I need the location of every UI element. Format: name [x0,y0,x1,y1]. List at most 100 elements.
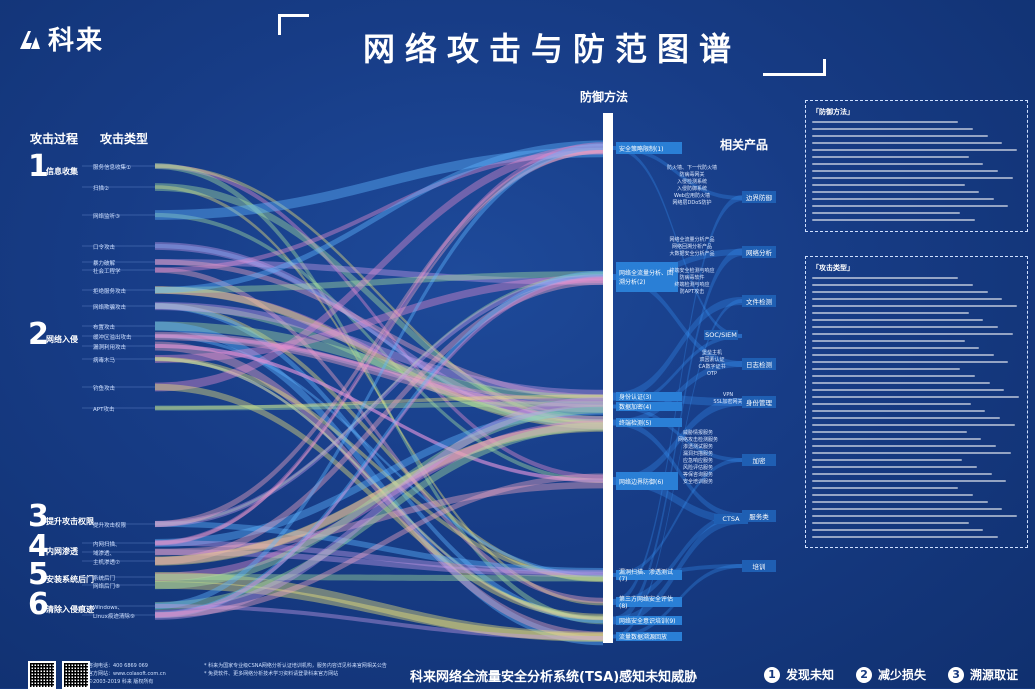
attack-type-label: 布置攻击 [93,325,116,331]
legend-text-line [812,452,1011,454]
colasoft-logo-icon [20,30,40,49]
attack-type-label: 口令攻击 [93,245,116,251]
legend-text-line [812,522,969,524]
legend-text-line [812,410,986,412]
defense-methods-legend-box: 「防御方法」 [805,100,1028,232]
defense-sub-item: CA数字证书 [698,364,726,370]
legend-text-lines [812,277,1021,543]
defense-sub-item: OTP [706,371,717,377]
stage-name: 安装系统后门 [46,575,94,584]
legend-text-line [812,508,1003,510]
attack-type-label: APT攻击 [93,407,115,413]
legend-text-line [812,417,1001,419]
legend-text-line [812,515,1017,517]
defense-method-block: 身份认证(3) [616,392,682,401]
legend-text-line [812,135,988,137]
product-label: 加密 [742,454,776,466]
legend-text-line [812,121,959,123]
pill-label: 发现未知 [786,668,835,682]
legend-text-line [812,438,982,440]
product-label: 培训 [742,560,776,572]
product-label: CTSA [714,514,748,524]
legend-text-line [812,403,971,405]
pill-label: 溯源取证 [970,668,1019,682]
legend-text-line [812,529,984,531]
defense-sub-item: 等保咨询服务 [682,472,713,478]
attack-type-label: 网络欺骗攻击 [93,305,127,311]
product-label: 边界防御 [742,191,776,203]
product-label: SOC/SIEM [704,330,738,340]
legend-box-title: 「攻击类型」 [812,264,854,272]
product-label: 身份管理 [742,396,776,408]
legend-text-line [812,480,1007,482]
attack-type-label: 网络监听③ [93,214,120,220]
page-title: 网络攻击与防范图谱 [362,30,741,68]
feature-pills: 1 发现未知 2 减少损失 3 溯源取证 [764,666,1018,683]
legend-box-title: 「防御方法」 [812,108,854,116]
legend-text-line [812,354,994,356]
legend-text-line [812,326,998,328]
hotline: 咨询电话：400 6869 069 [88,663,148,669]
attack-type-label: 网络后门⑧ [93,584,120,590]
legend-text-line [812,445,996,447]
stage-name: 提升攻击权限 [46,517,94,526]
attack-type-label: 钓鱼攻击 [93,386,116,392]
defense-sub-item: 网络回溯分析产品 [671,244,712,250]
legend-text-line [812,347,980,349]
feature-pill: 1 发现未知 [764,666,834,683]
defense-sub-item: 防病毒网关 [679,172,705,178]
attack-type-label: 主机渗透⑦ [93,560,120,566]
defense-sub-item: 安全培训服务 [682,479,713,485]
pill-number: 2 [856,666,873,683]
header-defense-methods: 防御方法 [580,90,629,104]
legend-text-line [812,431,967,433]
legend-text-line [812,177,1013,179]
header-related-products: 相关产品 [720,138,769,152]
legend-text-line [812,382,990,384]
product-label: 日志检测 [742,358,776,370]
legend-text-line [812,368,961,370]
defense-sub-item: 网络全流量分析产品 [669,237,715,243]
footer-notes: * 科来为国家专业级CSNA网络分析认证培训机构，服务内容详见科来官网相关公告 … [204,662,400,678]
footer-note: * 免费软件、更多网络分析技术学习资料请登录科来官方网站 [204,671,339,677]
footer-note: * 科来为国家专业级CSNA网络分析认证培训机构，服务内容详见科来官网相关公告 [204,663,387,669]
legend-text-line [812,298,1003,300]
defense-sub-item: 入侵检测系统 [676,179,707,185]
legend-text-line [812,170,998,172]
brand: 科来 [18,20,104,57]
legend-text-line [812,198,994,200]
legend-text-line [812,142,1003,144]
defense-sub-item: 防火墙、下一代防火墙 [666,165,717,171]
stage-name: 信息收集 [46,167,78,176]
legend-text-line [812,340,965,342]
legend-text-line [812,473,992,475]
defense-sub-list: 威胁情报服务 网络攻击检测服务 渗透测试服务 漏洞扫描服务 应急响应服务 风险评估服务 等保… [666,430,730,486]
defense-sub-item: 网络攻击检测服务 [677,437,718,443]
defense-sub-item: 大数据安全分析产品 [669,251,715,257]
attack-type-label: 暴力破解 [93,261,116,267]
defense-sub-item: 漏洞扫描服务 [682,451,713,457]
defense-method-block: 网络安全意识培训(9) [616,616,682,625]
attack-type-label: 服务信息收集① [93,165,131,171]
legend-text-line [812,375,976,377]
legend-text-line [812,333,1013,335]
product-label: 文件检测 [742,295,776,307]
legend-text-line [812,396,1019,398]
legend-text-line [812,163,984,165]
pill-label: 减少损失 [878,668,927,682]
qr-code-icon [28,661,56,689]
legend-text-line [812,501,988,503]
pill-number: 1 [764,666,780,683]
qr-code-icon [62,661,90,689]
attack-type-label: 扫描② [93,186,109,192]
header-attack-types: 攻击类型 [100,132,149,146]
legend-text-line [812,156,969,158]
defense-method-block: 漏洞扫描、渗透测试(7) [616,569,682,583]
legend-text-line [812,487,959,489]
defense-sub-item: 堡垒主机 [701,350,722,356]
stage-name: 内网渗透 [46,547,78,556]
attack-type-label: 内网扫描、 [93,542,121,548]
defense-sub-list: 防火墙、下一代防火墙 防病毒网关 入侵检测系统 入侵防御系统 Web应用防火墙 网络层DD… [660,165,724,296]
legend-text-line [812,312,969,314]
defense-method-block: 安全策略限制(1) [616,142,682,154]
